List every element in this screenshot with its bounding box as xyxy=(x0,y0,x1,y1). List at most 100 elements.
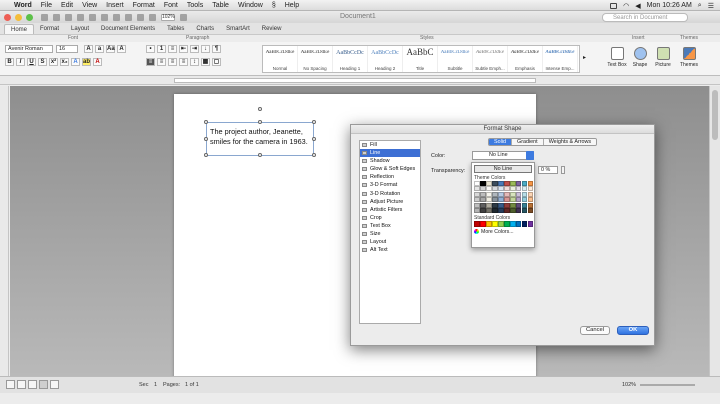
category-fill[interactable]: Fill xyxy=(360,141,420,149)
help-icon[interactable] xyxy=(180,13,187,21)
theme-color-swatch[interactable] xyxy=(479,191,486,197)
zoom-window-button[interactable] xyxy=(26,13,33,21)
theme-color-swatch[interactable] xyxy=(474,191,480,197)
superscript-button[interactable]: x² xyxy=(49,58,58,66)
standard-color-swatch[interactable] xyxy=(491,220,498,227)
theme-color-swatch[interactable] xyxy=(521,197,528,203)
show-marks-button[interactable]: ¶ xyxy=(212,45,221,53)
menu-font[interactable]: Font xyxy=(164,2,178,9)
increase-indent-button[interactable]: ⇥ xyxy=(190,45,199,53)
theme-color-swatch[interactable] xyxy=(503,197,510,203)
text-box-content[interactable]: The project author, Jeanette, smiles for… xyxy=(207,123,313,147)
menu-edit[interactable]: Edit xyxy=(61,2,73,9)
numbering-button[interactable]: 1 xyxy=(157,45,166,53)
standard-color-swatch[interactable] xyxy=(503,220,510,227)
battery-icon[interactable] xyxy=(610,2,618,9)
theme-color-swatch[interactable] xyxy=(527,181,534,186)
theme-color-swatch[interactable] xyxy=(491,181,498,186)
theme-color-swatch[interactable] xyxy=(497,202,504,208)
theme-color-swatch[interactable] xyxy=(479,197,486,203)
toolbox-icon[interactable] xyxy=(149,13,156,21)
theme-color-swatch[interactable] xyxy=(485,191,492,197)
menu-help[interactable]: Help xyxy=(285,2,299,9)
theme-color-swatch[interactable] xyxy=(527,207,534,213)
volume-icon[interactable]: ◀ xyxy=(635,2,640,10)
theme-color-swatch[interactable] xyxy=(515,186,522,192)
theme-color-swatch[interactable] xyxy=(479,186,486,192)
category-text-box[interactable]: Text Box xyxy=(360,222,420,230)
decrease-indent-button[interactable]: ⇤ xyxy=(179,45,188,53)
borders-button[interactable]: ▢ xyxy=(212,58,221,66)
tab-home[interactable]: Home xyxy=(4,23,35,34)
theme-color-swatch[interactable] xyxy=(474,186,480,192)
category-reflection[interactable]: Reflection xyxy=(360,173,420,181)
script-icon[interactable]: § xyxy=(272,2,276,9)
style-intense-emphasis[interactable]: AaBbCcDdEe Intense Emp... xyxy=(543,46,578,72)
theme-color-swatch[interactable] xyxy=(509,186,516,192)
menu-file[interactable]: File xyxy=(41,2,52,9)
theme-color-swatch[interactable] xyxy=(479,202,486,208)
insert-picture-button[interactable]: Picture xyxy=(652,45,674,73)
notification-icon[interactable]: ☰ xyxy=(708,2,714,10)
theme-color-swatch[interactable] xyxy=(485,186,492,192)
resize-handle[interactable] xyxy=(204,153,208,157)
notebook-view-icon[interactable] xyxy=(50,380,59,389)
standard-color-swatch[interactable] xyxy=(497,220,504,227)
wifi-icon[interactable]: ◠ xyxy=(623,2,629,10)
align-center-button[interactable]: ≡ xyxy=(157,58,166,66)
theme-color-swatch[interactable] xyxy=(509,191,516,197)
category-size[interactable]: Size xyxy=(360,230,420,238)
change-case-button[interactable]: Aa xyxy=(106,45,115,53)
standard-color-swatch[interactable] xyxy=(521,220,528,227)
theme-color-swatch[interactable] xyxy=(485,197,492,203)
grow-font-button[interactable]: A xyxy=(84,45,93,53)
tab-layout[interactable]: Layout xyxy=(65,24,95,34)
category-layout[interactable]: Layout xyxy=(360,238,420,246)
scrollbar-thumb[interactable] xyxy=(712,90,718,140)
category-crop[interactable]: Crop xyxy=(360,214,420,222)
theme-color-swatch[interactable] xyxy=(491,191,498,197)
align-right-button[interactable]: ≡ xyxy=(168,58,177,66)
tab-review[interactable]: Review xyxy=(256,24,288,34)
paragraph-marks-icon[interactable] xyxy=(113,13,120,21)
insert-text-box-button[interactable]: Text Box xyxy=(606,45,628,73)
new-document-icon[interactable] xyxy=(41,13,48,21)
theme-color-swatch[interactable] xyxy=(474,202,480,208)
segment-solid[interactable]: Solid xyxy=(489,139,512,145)
segment-weights-arrows[interactable]: Weights & Arrows xyxy=(543,139,597,145)
standard-color-swatch[interactable] xyxy=(474,220,480,227)
style-subtitle[interactable]: AaBbCcDdEe Subtitle xyxy=(438,46,473,72)
shrink-font-button[interactable]: a xyxy=(95,45,104,53)
strikethrough-button[interactable]: S xyxy=(38,58,47,66)
theme-color-swatch[interactable] xyxy=(479,181,486,186)
outline-view-icon[interactable] xyxy=(17,380,26,389)
theme-color-swatch[interactable] xyxy=(521,186,528,192)
theme-color-swatch[interactable] xyxy=(527,186,534,192)
transparency-field[interactable]: 0 % xyxy=(538,166,558,174)
search-input[interactable]: Search in Document xyxy=(602,13,688,22)
draft-view-icon[interactable] xyxy=(6,380,15,389)
multilevel-button[interactable]: ≡ xyxy=(168,45,177,53)
style-no-spacing[interactable]: AaBbCcDdEe No Spacing xyxy=(298,46,333,72)
resize-handle[interactable] xyxy=(312,137,316,141)
theme-color-swatch[interactable] xyxy=(509,197,516,203)
theme-color-swatch[interactable] xyxy=(503,186,510,192)
sort-button[interactable]: ↓ xyxy=(201,45,210,53)
zoom-control[interactable]: 102% xyxy=(161,13,175,21)
font-size-field[interactable]: 16 xyxy=(56,45,78,53)
standard-color-swatch[interactable] xyxy=(485,220,492,227)
theme-color-swatch[interactable] xyxy=(515,181,522,186)
theme-color-swatch[interactable] xyxy=(491,207,498,213)
style-normal[interactable]: AaBbCcDdEe Normal xyxy=(263,46,298,72)
tab-charts[interactable]: Charts xyxy=(190,24,220,34)
theme-color-swatch[interactable] xyxy=(491,186,498,192)
theme-color-swatch[interactable] xyxy=(474,197,480,203)
theme-color-swatch[interactable] xyxy=(474,181,480,186)
menu-tools[interactable]: Tools xyxy=(187,2,203,9)
theme-color-swatch[interactable] xyxy=(521,207,528,213)
theme-color-swatch[interactable] xyxy=(497,181,504,186)
print-icon[interactable] xyxy=(77,13,84,21)
italic-button[interactable]: I xyxy=(16,58,25,66)
theme-color-swatch[interactable] xyxy=(497,186,504,192)
no-line-option[interactable]: No Line xyxy=(474,165,532,173)
